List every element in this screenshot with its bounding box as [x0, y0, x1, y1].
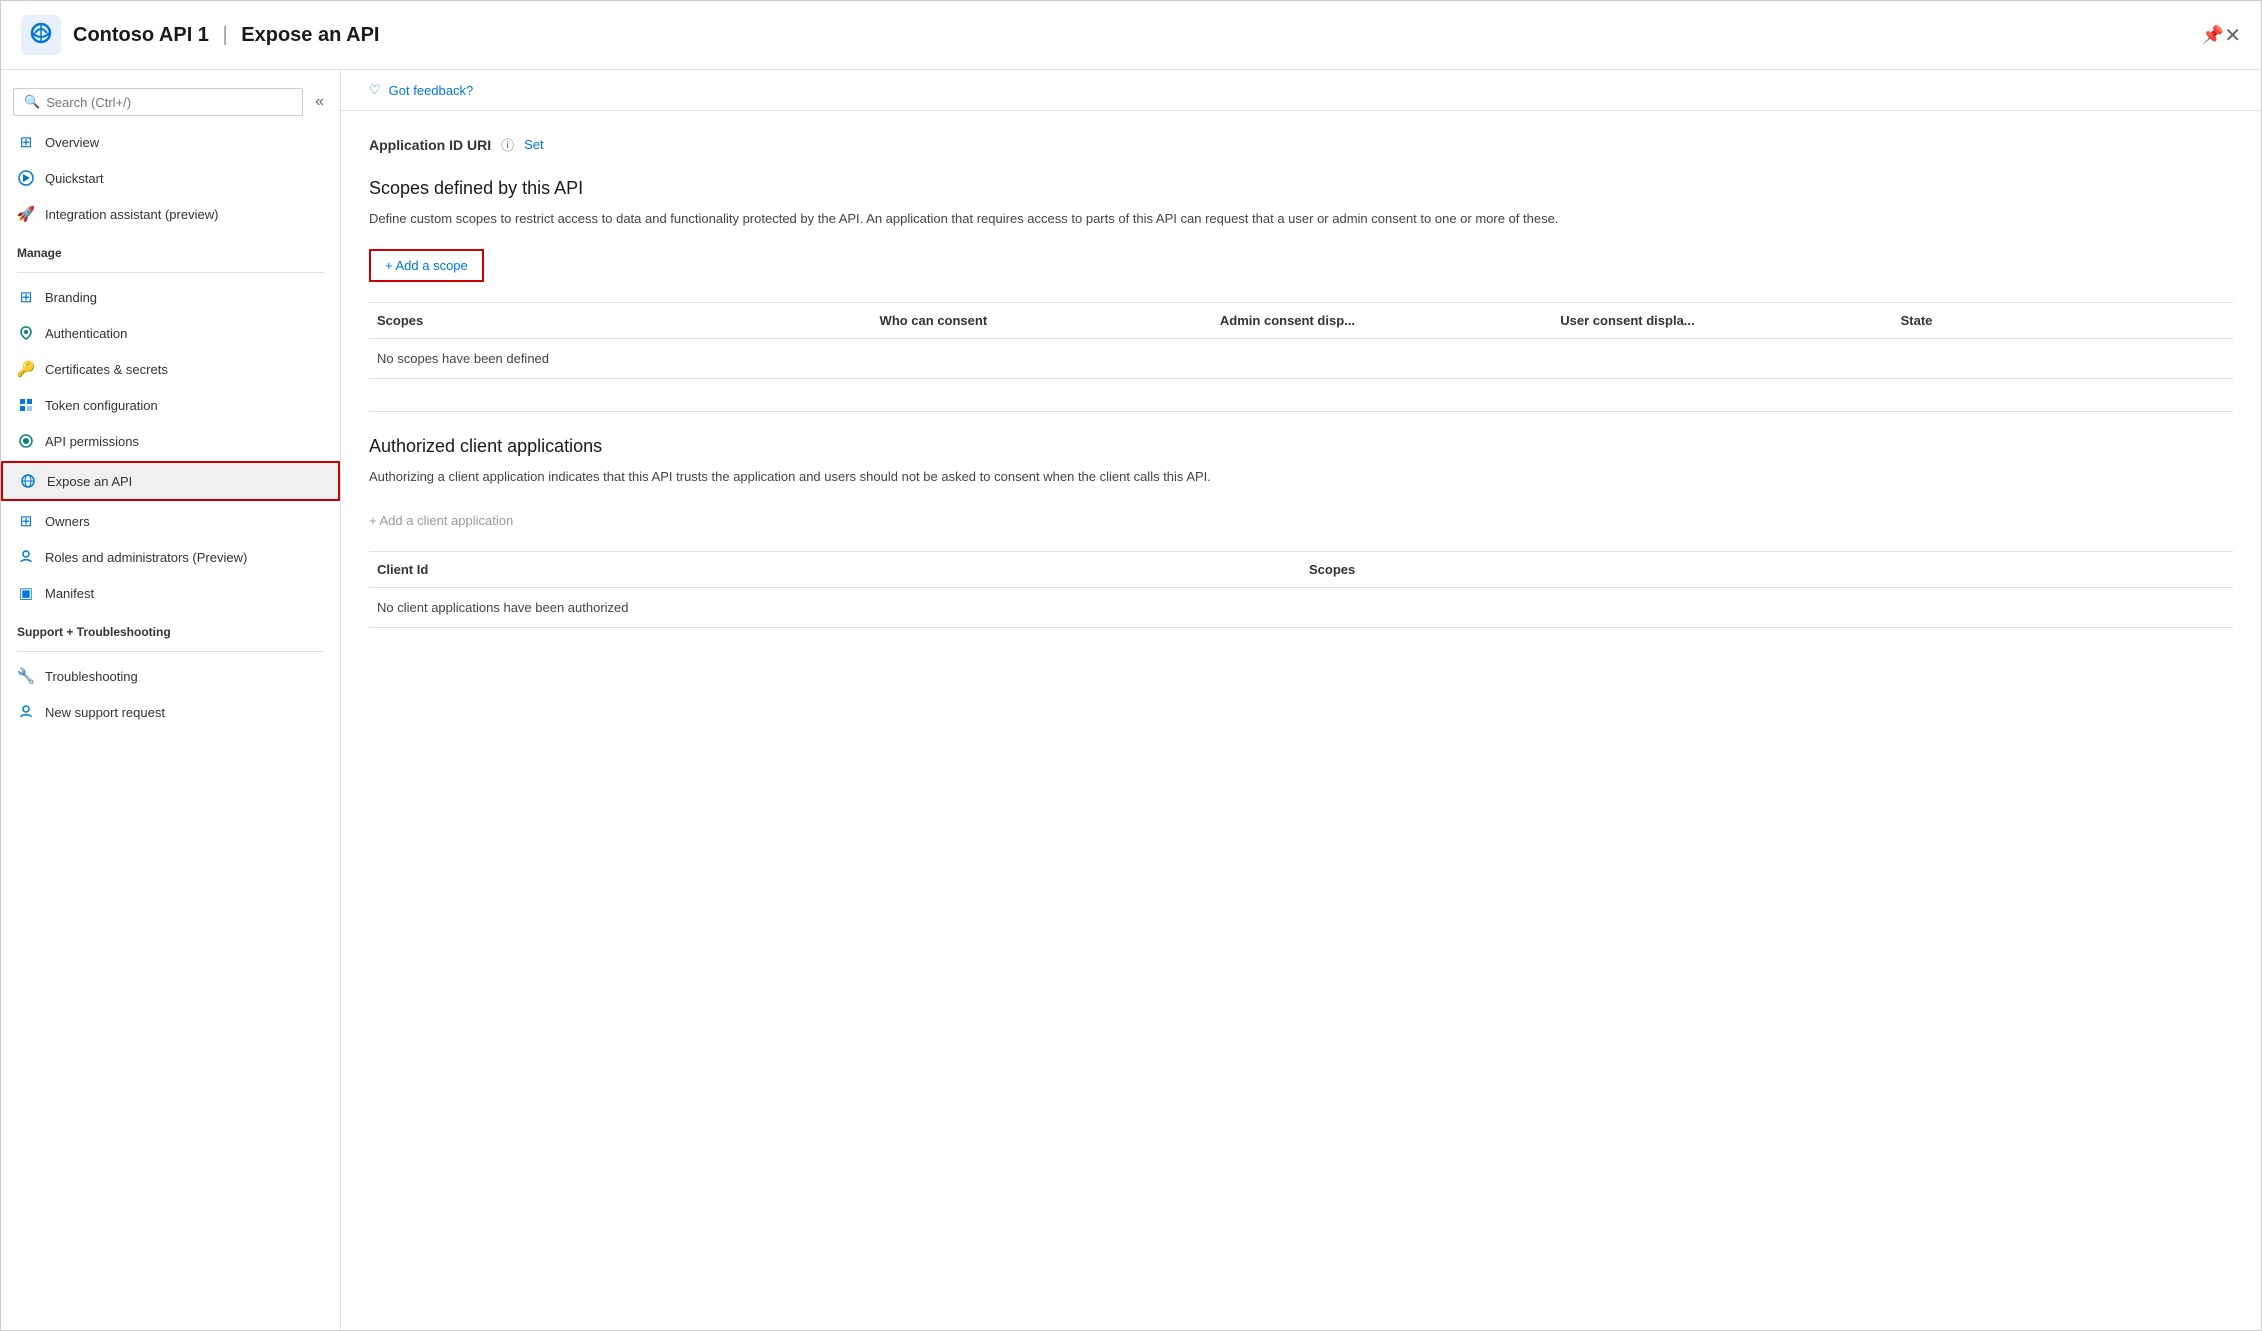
state-col-header: State [1893, 313, 2233, 328]
sidebar-item-label: Manifest [45, 586, 94, 601]
overview-icon: ⊞ [17, 133, 35, 151]
header: Contoso API 1 | Expose an API 📌 ✕ [1, 1, 2261, 70]
client-table: Client Id Scopes No client applications … [369, 551, 2233, 628]
support-section-label: Support + Troubleshooting [1, 611, 340, 645]
roles-icon [17, 548, 35, 566]
sidebar-item-token[interactable]: Token configuration [1, 387, 340, 423]
who-can-consent-col-header: Who can consent [872, 313, 1212, 328]
sidebar-item-troubleshooting[interactable]: 🔧 Troubleshooting [1, 658, 340, 694]
scopes-section: Scopes defined by this API Define custom… [369, 178, 2233, 379]
api-permissions-icon [17, 432, 35, 450]
authorized-desc: Authorizing a client application indicat… [369, 467, 1769, 487]
sidebar: 🔍 « ⊞ Overview Quickstart 🚀 Integration … [1, 70, 341, 1330]
certificates-icon: 🔑 [17, 360, 35, 378]
client-empty-message: No client applications have been authori… [369, 588, 2233, 628]
sidebar-item-label: New support request [45, 705, 165, 720]
scopes-desc: Define custom scopes to restrict access … [369, 209, 1769, 229]
sidebar-item-label: Owners [45, 514, 90, 529]
branding-icon: ⊞ [17, 288, 35, 306]
sidebar-divider-2 [17, 651, 324, 652]
sidebar-item-certificates[interactable]: 🔑 Certificates & secrets [1, 351, 340, 387]
body: 🔍 « ⊞ Overview Quickstart 🚀 Integration … [1, 70, 2261, 1330]
app-id-uri-row: Application ID URI ⓘ Set [369, 135, 2233, 154]
client-table-header: Client Id Scopes [369, 552, 2233, 588]
owners-icon: ⊞ [17, 512, 35, 530]
manifest-icon: ▣ [17, 584, 35, 602]
scopes-col-header: Scopes [369, 313, 872, 328]
section-divider [369, 411, 2233, 412]
sidebar-item-authentication[interactable]: Authentication [1, 315, 340, 351]
sidebar-item-label: API permissions [45, 434, 139, 449]
expose-api-icon [19, 472, 37, 490]
app-id-uri-label: Application ID URI [369, 137, 491, 153]
add-client-button[interactable]: + Add a client application [369, 506, 513, 535]
search-box[interactable]: 🔍 [13, 88, 303, 116]
sidebar-item-roles[interactable]: Roles and administrators (Preview) [1, 539, 340, 575]
authentication-icon [17, 324, 35, 342]
add-scope-button[interactable]: + Add a scope [369, 249, 484, 282]
sidebar-item-integration[interactable]: 🚀 Integration assistant (preview) [1, 196, 340, 232]
sidebar-item-branding[interactable]: ⊞ Branding [1, 279, 340, 315]
sidebar-item-label: Integration assistant (preview) [45, 207, 218, 222]
authorized-section: Authorized client applications Authorizi… [369, 436, 2233, 629]
sidebar-item-label: Branding [45, 290, 97, 305]
authorized-title: Authorized client applications [369, 436, 2233, 457]
sidebar-divider [17, 272, 324, 273]
search-input[interactable] [46, 95, 292, 110]
sidebar-item-label: Quickstart [45, 171, 104, 186]
troubleshooting-icon: 🔧 [17, 667, 35, 685]
search-icon: 🔍 [24, 94, 40, 110]
token-icon [17, 396, 35, 414]
scopes-empty-message: No scopes have been defined [369, 339, 2233, 379]
scopes-table-header: Scopes Who can consent Admin consent dis… [369, 303, 2233, 339]
sidebar-item-label: Troubleshooting [45, 669, 138, 684]
sidebar-item-label: Certificates & secrets [45, 362, 168, 377]
client-scopes-col-header: Scopes [1301, 562, 2233, 577]
info-icon: ⓘ [501, 135, 514, 154]
close-button[interactable]: ✕ [2224, 23, 2241, 48]
app-window: Contoso API 1 | Expose an API 📌 ✕ 🔍 « ⊞ … [0, 0, 2262, 1331]
app-id-uri-set-link[interactable]: Set [524, 137, 544, 152]
support-icon [17, 703, 35, 721]
sidebar-item-label: Roles and administrators (Preview) [45, 550, 247, 565]
sidebar-item-manifest[interactable]: ▣ Manifest [1, 575, 340, 611]
main-content: ♡ Got feedback? Application ID URI ⓘ Set… [341, 70, 2261, 1330]
sidebar-item-quickstart[interactable]: Quickstart [1, 160, 340, 196]
feedback-heart-icon: ♡ [369, 82, 381, 98]
quickstart-icon [17, 169, 35, 187]
feedback-bar: ♡ Got feedback? [341, 70, 2261, 111]
manage-section-label: Manage [1, 232, 340, 266]
sidebar-item-owners[interactable]: ⊞ Owners [1, 503, 340, 539]
user-consent-col-header: User consent displa... [1552, 313, 1892, 328]
content-area: Application ID URI ⓘ Set Scopes defined … [341, 111, 2261, 684]
header-title: Contoso API 1 | Expose an API [73, 24, 2190, 47]
client-id-col-header: Client Id [369, 562, 1301, 577]
admin-consent-col-header: Admin consent disp... [1212, 313, 1552, 328]
sidebar-item-support[interactable]: New support request [1, 694, 340, 730]
collapse-button[interactable]: « [311, 91, 328, 113]
sidebar-item-label: Authentication [45, 326, 127, 341]
search-row: 🔍 « [1, 80, 340, 124]
integration-icon: 🚀 [17, 205, 35, 223]
sidebar-item-expose-api[interactable]: Expose an API [1, 461, 340, 501]
sidebar-item-api-permissions[interactable]: API permissions [1, 423, 340, 459]
pin-icon[interactable]: 📌 [2202, 25, 2224, 46]
sidebar-item-label: Token configuration [45, 398, 158, 413]
scopes-title: Scopes defined by this API [369, 178, 2233, 199]
sidebar-item-label: Expose an API [47, 474, 132, 489]
feedback-label[interactable]: Got feedback? [389, 83, 474, 98]
app-icon [21, 15, 61, 55]
sidebar-item-label: Overview [45, 135, 99, 150]
scopes-table: Scopes Who can consent Admin consent dis… [369, 302, 2233, 379]
sidebar-item-overview[interactable]: ⊞ Overview [1, 124, 340, 160]
